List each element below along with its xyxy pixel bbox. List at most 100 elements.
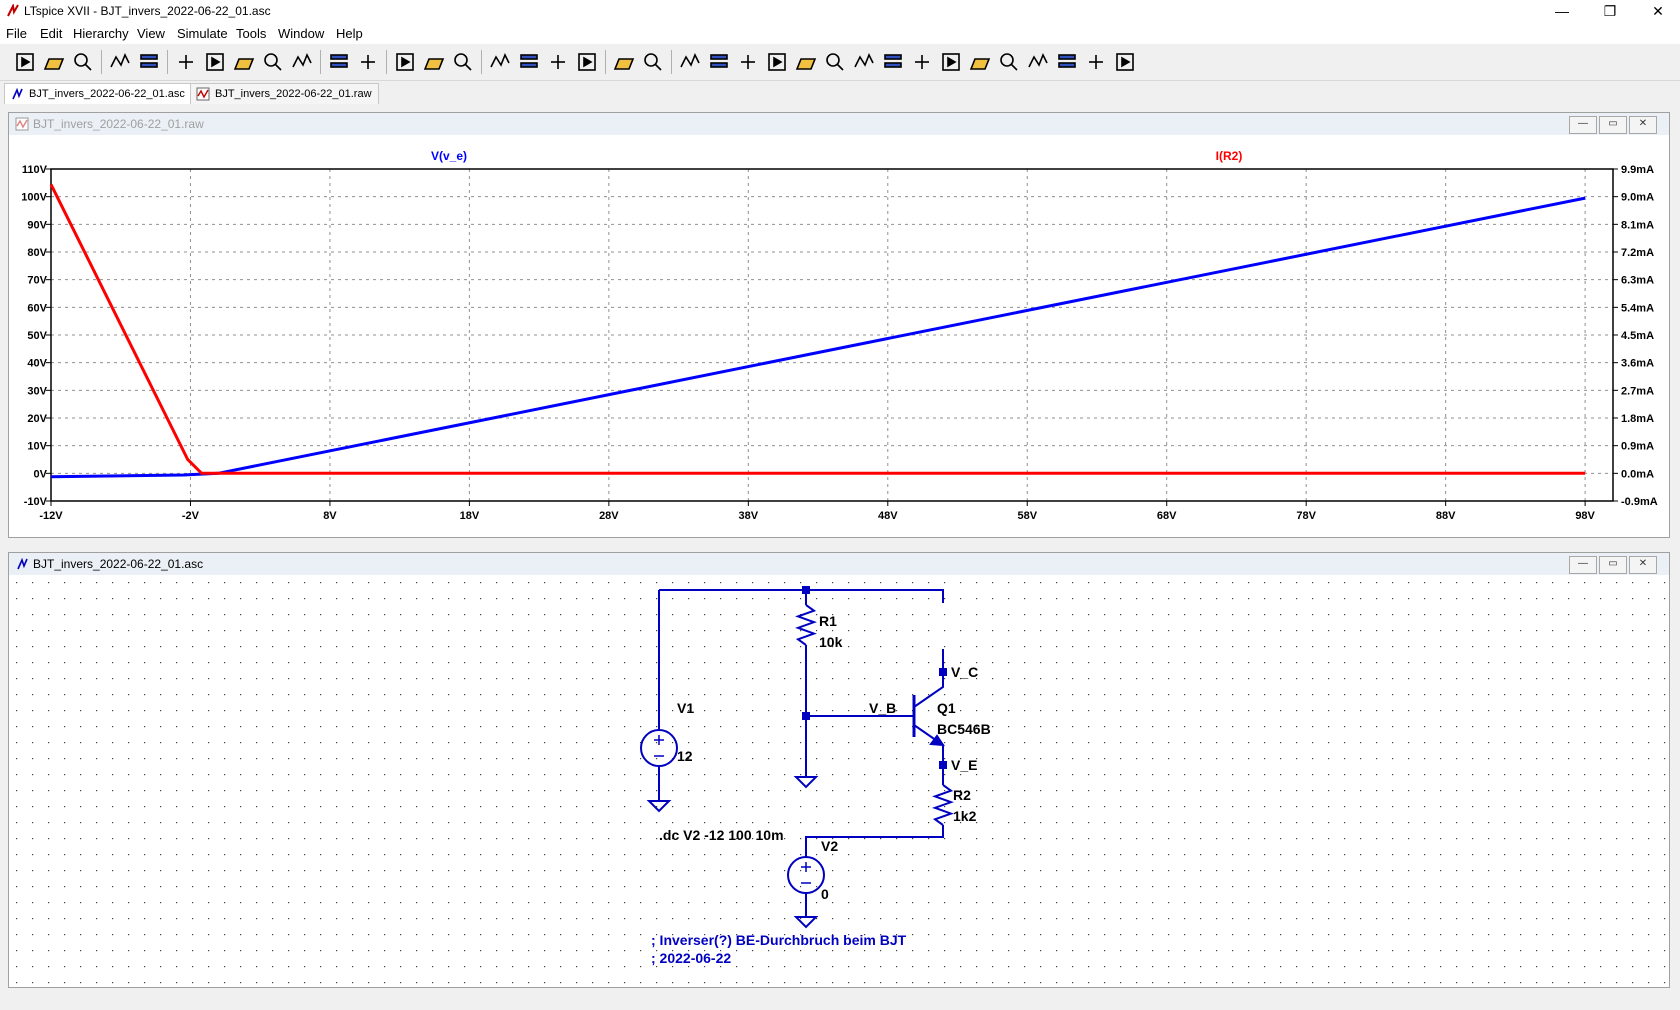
toolbar-separator (605, 50, 606, 74)
x-tick-label: -2V (182, 510, 200, 522)
resistor-icon[interactable] (764, 49, 790, 75)
y-left-tick-label: 80V (27, 247, 47, 259)
schematic-minimize-button[interactable]: — (1569, 556, 1597, 574)
zoom-in-icon[interactable] (202, 49, 228, 75)
zoom-out-icon[interactable] (260, 49, 286, 75)
schematic-comment-line-2[interactable]: ; 2022-06-22 (651, 950, 731, 966)
menu-bar: File Edit Hierarchy View Simulate Tools … (0, 24, 1680, 44)
title-bar: LTspice XVII - BJT_invers_2022-06-22_01.… (0, 0, 1680, 24)
net-label-vb[interactable]: V_B (869, 700, 896, 716)
waveform-maximize-button[interactable]: ▭ (1599, 116, 1627, 134)
trace-label-i-r2[interactable]: I(R2) (1216, 149, 1243, 163)
x-tick-label: 88V (1436, 510, 1456, 522)
find-icon[interactable] (574, 49, 600, 75)
y-right-tick-label: 8.1mA (1621, 219, 1654, 231)
x-tick-label: 38V (739, 510, 759, 522)
maximize-button[interactable]: ❐ (1588, 0, 1632, 24)
v2-name[interactable]: V2 (821, 838, 838, 854)
tab-schematic[interactable]: BJT_invers_2022-06-22_01.asc (4, 83, 192, 104)
redo-icon[interactable] (996, 49, 1022, 75)
pan-icon[interactable] (173, 49, 199, 75)
tab-waveform[interactable]: BJT_invers_2022-06-22_01.raw (190, 83, 379, 104)
inductor-icon[interactable] (822, 49, 848, 75)
paste-icon[interactable] (545, 49, 571, 75)
print-setup-icon[interactable] (640, 49, 666, 75)
undo-icon[interactable] (967, 49, 993, 75)
drag-icon[interactable] (938, 49, 964, 75)
menu-help[interactable]: Help (336, 26, 363, 41)
print-icon[interactable] (611, 49, 637, 75)
net-label-ve[interactable]: V_E (951, 757, 977, 773)
v1-value[interactable]: 12 (677, 748, 693, 764)
v2-value[interactable]: 0 (821, 886, 829, 902)
y-left-tick-label: 60V (27, 302, 47, 314)
cascade-icon[interactable] (421, 49, 447, 75)
save-icon[interactable] (70, 49, 96, 75)
spice-directive[interactable]: .dc V2 -12 100 10m (659, 827, 784, 843)
schematic-window-titlebar: BJT_invers_2022-06-22_01.asc — ▭ ✕ (9, 553, 1669, 575)
move-icon[interactable] (909, 49, 935, 75)
y-right-tick-label: 2.7mA (1621, 385, 1654, 397)
wire-icon[interactable] (677, 49, 703, 75)
waveform-close-button[interactable]: ✕ (1629, 116, 1657, 134)
trace-i-r2[interactable] (49, 183, 1586, 475)
r2-value[interactable]: 1k2 (953, 808, 977, 824)
q1-name[interactable]: Q1 (937, 700, 956, 716)
document-tabs: BJT_invers_2022-06-22_01.asc BJT_invers_… (0, 81, 1680, 105)
close-button[interactable]: ✕ (1636, 0, 1680, 24)
x-tick-label: 58V (1017, 510, 1037, 522)
menu-edit[interactable]: Edit (40, 26, 62, 41)
menu-simulate[interactable]: Simulate (177, 26, 228, 41)
ground-icon[interactable] (706, 49, 732, 75)
schematic-maximize-button[interactable]: ▭ (1599, 556, 1627, 574)
autorange-icon[interactable] (326, 49, 352, 75)
waveform-icon (196, 87, 210, 101)
toolbar-separator (101, 50, 102, 74)
waveform-minimize-button[interactable]: — (1569, 116, 1597, 134)
mirror-icon[interactable] (1054, 49, 1080, 75)
r1-name[interactable]: R1 (819, 613, 837, 629)
minimize-button[interactable]: — (1540, 0, 1584, 24)
rotate-icon[interactable] (1025, 49, 1051, 75)
capacitor-icon[interactable] (793, 49, 819, 75)
schematic-close-button[interactable]: ✕ (1629, 556, 1657, 574)
halt-icon[interactable] (136, 49, 162, 75)
schematic-canvas[interactable]: R1 10k R2 1k2 V1 12 V2 0 Q1 BC546B V_C V_B V_E .dc V2… (9, 575, 1669, 987)
toolbar-separator (671, 50, 672, 74)
zoom-fit-icon[interactable] (231, 49, 257, 75)
r1-value[interactable]: 10k (819, 634, 843, 650)
diode-icon[interactable] (851, 49, 877, 75)
copy-icon[interactable] (516, 49, 542, 75)
schematic-comment-line-1[interactable]: ; Inverser(?) BE-Durchbruch beim BJT (651, 932, 907, 948)
menu-tools[interactable]: Tools (236, 26, 266, 41)
v1-name[interactable]: V1 (677, 700, 694, 716)
control-panel-icon[interactable] (107, 49, 133, 75)
schematic-icon (12, 87, 23, 100)
run-icon[interactable] (12, 49, 38, 75)
open-icon[interactable] (41, 49, 67, 75)
text-icon[interactable] (1083, 49, 1109, 75)
grid-icon[interactable] (355, 49, 381, 75)
waveform-plot[interactable]: V(v_e) I(R2) 110V 100V 90V 80V 70V 60V 50V 40V 30V… (9, 135, 1669, 535)
label-icon[interactable] (735, 49, 761, 75)
toolbar-separator (481, 50, 482, 74)
r2-name[interactable]: R2 (953, 787, 971, 803)
spice-directive-icon[interactable] (1112, 49, 1138, 75)
toolbar (0, 44, 1680, 81)
trace-label-v-ve[interactable]: V(v_e) (431, 149, 467, 163)
cut-icon[interactable] (487, 49, 513, 75)
trace-v-ve[interactable] (50, 196, 1586, 479)
ltspice-logo-icon (7, 4, 19, 17)
q1-model[interactable]: BC546B (937, 721, 991, 737)
menu-view[interactable]: View (137, 26, 165, 41)
y-left-tick-label: 0V (34, 468, 48, 480)
y-right-tick-label: 0.9mA (1621, 441, 1654, 453)
tile-horizontal-icon[interactable] (392, 49, 418, 75)
component-icon[interactable] (880, 49, 906, 75)
tile-vertical-icon[interactable] (450, 49, 476, 75)
menu-hierarchy[interactable]: Hierarchy (73, 26, 129, 41)
cancel-zoom-icon[interactable] (289, 49, 315, 75)
menu-file[interactable]: File (6, 26, 27, 41)
menu-window[interactable]: Window (278, 26, 324, 41)
net-label-vc[interactable]: V_C (951, 664, 978, 680)
